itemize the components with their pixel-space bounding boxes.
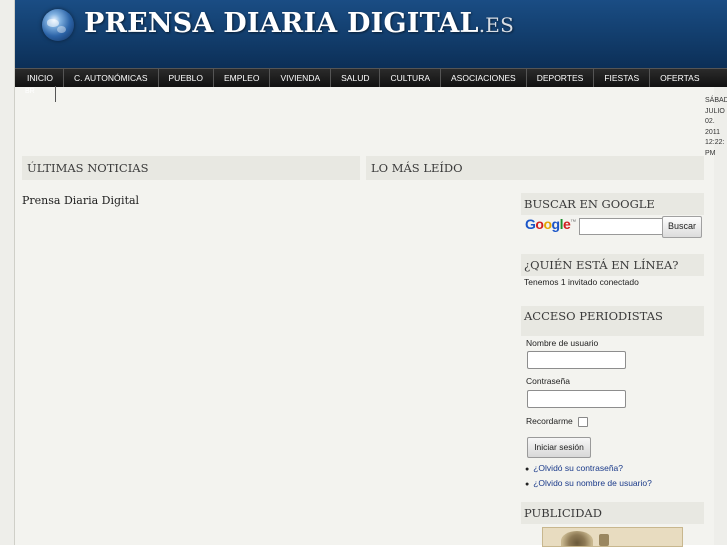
nav-item-0[interactable]: INICIO	[15, 69, 64, 87]
password-field[interactable]	[527, 390, 626, 408]
google-search-box: Google™ Buscar	[525, 216, 702, 238]
trademark-icon: ™	[570, 219, 576, 226]
google-logo: Google™	[525, 216, 576, 232]
advertising-title: PUBLICIDAD	[521, 502, 704, 524]
current-date: SÁBAD JULIO 02. 2011 12:22: PM	[705, 96, 727, 159]
forgot-username-link[interactable]: ● ¿Olvido su nombre de usuario?	[525, 477, 652, 492]
main-text: Prensa Diaria Digital	[22, 194, 140, 207]
who-online-title: ¿QUIÉN ESTÁ EN LÍNEA?	[521, 254, 704, 276]
nav-item-1[interactable]: C. AUTONÓMICAS	[64, 69, 159, 87]
google-search-button[interactable]: Buscar	[662, 216, 702, 238]
login-title: ACCESO PERIODISTAS	[521, 306, 704, 336]
google-logo-letter: G	[525, 216, 536, 232]
nav-item-3[interactable]: EMPLEO	[214, 69, 271, 87]
date-line: PM	[705, 149, 716, 157]
site-logo-tld: .ES	[478, 13, 515, 37]
google-search-input[interactable]	[579, 218, 665, 235]
site-logo[interactable]: PRENSA DIARIA DIGITAL.ES	[84, 8, 514, 39]
latest-news-header: ÚLTIMAS NOTICIAS	[22, 156, 360, 180]
globe-icon	[42, 9, 74, 41]
nav-item-2[interactable]: PUEBLO	[159, 69, 215, 87]
main-nav: INICIO C. AUTONÓMICAS PUEBLO EMPLEO VIVIENDA…	[15, 68, 727, 87]
site-header: PRENSA DIARIA DIGITAL.ES	[15, 0, 727, 68]
google-logo-letter: o	[543, 216, 552, 232]
google-logo-letter: g	[551, 216, 561, 232]
nav-item-8[interactable]: DEPORTES	[527, 69, 595, 87]
forgot-username-text: ¿Olvido su nombre de usuario?	[533, 477, 652, 488]
nav-item-7[interactable]: ASOCIACIONES	[441, 69, 527, 87]
nav-list: INICIO C. AUTONÓMICAS PUEBLO EMPLEO VIVIENDA…	[15, 69, 727, 87]
forgot-password-text: ¿Olvidó su contraseña?	[533, 463, 624, 473]
nav-item-6[interactable]: CULTURA	[380, 69, 441, 87]
nav-overflow[interactable]: BR	[15, 86, 56, 102]
bullet-icon: ●	[525, 480, 530, 488]
nav-item-4[interactable]: VIVIENDA	[270, 69, 332, 87]
advertising-banner[interactable]	[542, 527, 683, 547]
crest-detail-icon	[599, 534, 609, 546]
login-links: ● ¿Olvidó su contraseña? ● ¿Olvido su nomb…	[525, 462, 652, 491]
bullet-icon: ●	[525, 466, 530, 473]
login-button[interactable]: Iniciar sesión	[527, 437, 591, 458]
date-line: SÁBAD	[705, 97, 727, 104]
forgot-password-link[interactable]: ● ¿Olvidó su contraseña?	[525, 462, 652, 477]
left-margin	[0, 0, 15, 545]
nav-item-9[interactable]: FIESTAS	[594, 69, 651, 87]
most-read-header: LO MÁS LEÍDO	[366, 156, 704, 180]
remember-label: Recordarme	[526, 416, 573, 426]
date-line: 02.	[705, 118, 715, 125]
date-line: JULIO	[705, 107, 725, 115]
nav-overflow-label: BR	[25, 88, 35, 95]
date-line: 2011	[705, 128, 721, 136]
username-label: Nombre de usuario	[526, 338, 599, 348]
who-online-text: Tenemos 1 invitado conectado	[524, 277, 639, 287]
google-search-title: BUSCAR EN GOOGLE	[521, 193, 704, 215]
nav-item-10[interactable]: OFERTAS	[650, 69, 709, 87]
remember-checkbox[interactable]	[578, 417, 588, 427]
password-label: Contraseña	[526, 376, 570, 386]
site-logo-name: PRENSA DIARIA DIGITAL	[84, 8, 479, 39]
username-field[interactable]	[527, 351, 626, 369]
nav-item-5[interactable]: SALUD	[331, 69, 381, 87]
date-line: 12:22:	[705, 139, 725, 146]
